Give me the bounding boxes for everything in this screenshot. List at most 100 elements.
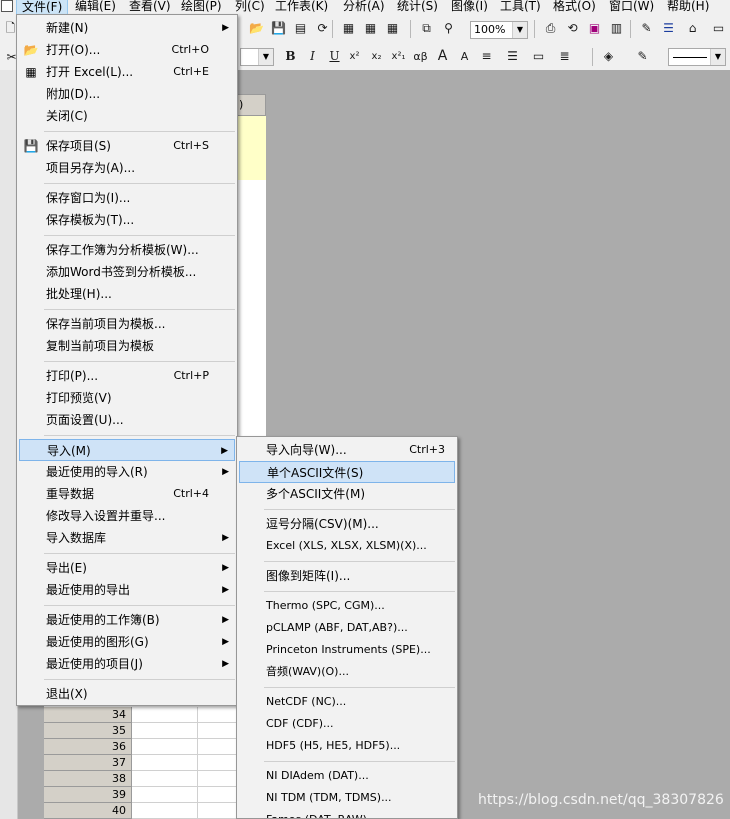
import-single-icon[interactable]: ▦ xyxy=(362,20,379,37)
menu-plot[interactable]: 绘图(P) xyxy=(176,0,227,14)
supsub-button[interactable]: x²₁ xyxy=(390,48,407,65)
menu-help[interactable]: 帮助(H) xyxy=(662,0,714,14)
file-menu-item[interactable]: 最近使用的导出 ▶ xyxy=(19,579,235,601)
file-menu-item[interactable]: 最近使用的项目(J) ▶ xyxy=(19,653,235,675)
file-menu-item[interactable]: 💾 保存项目(S) Ctrl+S xyxy=(19,135,235,157)
row-header[interactable]: 36 xyxy=(44,739,132,755)
menu-worksheet[interactable]: 工作表(K) xyxy=(270,0,333,14)
file-menu-item[interactable]: 保存窗口为(I)... xyxy=(19,187,235,209)
notes-icon[interactable]: ✎ xyxy=(638,20,655,37)
file-menu-item[interactable]: 保存模板为(T)... xyxy=(19,209,235,231)
increase-font-button[interactable]: A xyxy=(434,48,451,65)
row-header[interactable]: 34 xyxy=(44,707,132,723)
file-menu-item[interactable]: 附加(D)... xyxy=(19,83,235,105)
menu-format[interactable]: 格式(O) xyxy=(548,0,601,14)
import-menu-item[interactable]: 多个ASCII文件(M) xyxy=(239,483,455,505)
file-menu-item[interactable]: 最近使用的图形(G) ▶ xyxy=(19,631,235,653)
import-menu-item[interactable]: Famos (DAT, RAW)... xyxy=(239,809,455,818)
import-menu-item[interactable]: 导入向导(W)... Ctrl+3 xyxy=(239,439,455,461)
import-menu-item[interactable]: CDF (CDF)... xyxy=(239,713,455,735)
worksheet-cell[interactable] xyxy=(132,803,198,819)
import-menu-item[interactable]: 音频(WAV)(O)... xyxy=(239,661,455,683)
import-menu-item[interactable]: Excel (XLS, XLSX, XLSM)(X)... xyxy=(239,535,455,557)
file-menu-item[interactable]: 导入(M) ▶ xyxy=(19,439,235,461)
align-icon[interactable]: ≡ xyxy=(478,48,495,65)
worksheet-cell[interactable] xyxy=(132,739,198,755)
file-menu-item[interactable]: 最近使用的导入(R) ▶ xyxy=(19,461,235,483)
import-menu-item[interactable]: NI TDM (TDM, TDMS)... xyxy=(239,787,455,809)
menu-image[interactable]: 图像(I) xyxy=(446,0,493,14)
import-menu-item[interactable]: 单个ASCII文件(S) xyxy=(239,461,455,483)
column-header[interactable]: ) xyxy=(236,94,266,116)
worksheet-cell[interactable] xyxy=(132,771,198,787)
subscript-button[interactable]: x₂ xyxy=(368,48,385,65)
file-menu-item[interactable]: 添加Word书签到分析模板... xyxy=(19,261,235,283)
file-menu-item[interactable]: 打印(P)... Ctrl+P xyxy=(19,365,235,387)
file-menu-item[interactable]: 复制当前项目为模板 xyxy=(19,335,235,357)
worksheet-cell[interactable] xyxy=(132,787,198,803)
import-multiple-icon[interactable]: ▦ xyxy=(384,20,401,37)
duplicate-icon[interactable]: ⧉ xyxy=(418,20,435,37)
import-menu-item[interactable]: pCLAMP (ABF, DAT,AB?)... xyxy=(239,617,455,639)
menu-file[interactable]: 文件(F) xyxy=(16,0,69,14)
import-menu-item[interactable]: 逗号分隔(CSV)(M)... xyxy=(239,513,455,535)
import-menu-item[interactable]: 图像到矩阵(I)... xyxy=(239,565,455,587)
import-menu-item[interactable]: Princeton Instruments (SPE)... xyxy=(239,639,455,661)
save-icon[interactable]: 💾 xyxy=(270,20,287,37)
zoom-select[interactable]: 100% ▼ xyxy=(470,21,528,39)
file-menu-item[interactable]: 新建(N) ▶ xyxy=(19,17,235,39)
recent-icon[interactable]: ⟳ xyxy=(314,20,331,37)
file-menu-item[interactable]: 批处理(H)... xyxy=(19,283,235,305)
window-icon[interactable]: ▭ xyxy=(710,20,727,37)
results-log-icon[interactable]: ▥ xyxy=(608,20,625,37)
decrease-font-button[interactable]: A xyxy=(456,48,473,65)
import-menu-item[interactable]: Thermo (SPC, CGM)... xyxy=(239,595,455,617)
underline-button[interactable]: U xyxy=(326,48,343,65)
row-header[interactable]: 38 xyxy=(44,771,132,787)
menu-statistics[interactable]: 统计(S) xyxy=(392,0,443,14)
menu-edit[interactable]: 编辑(E) xyxy=(70,0,121,14)
italic-button[interactable]: I xyxy=(304,48,321,65)
file-menu-item[interactable]: 导入数据库 ▶ xyxy=(19,527,235,549)
file-menu-item[interactable]: 修改导入设置并重导... xyxy=(19,505,235,527)
import-menu-item[interactable]: NI DIAdem (DAT)... xyxy=(239,765,455,787)
fill-color-icon[interactable]: ◈ xyxy=(600,48,617,65)
text-color-icon[interactable]: ≣ xyxy=(556,48,573,65)
row-header[interactable]: 35 xyxy=(44,723,132,739)
command-window-icon[interactable]: ☰ xyxy=(660,20,677,37)
open-folder-icon[interactable]: 📂 xyxy=(248,20,265,37)
font-size-select[interactable]: ▼ xyxy=(240,48,274,66)
file-menu-item[interactable]: ▦ 打开 Excel(L)... Ctrl+E xyxy=(19,61,235,83)
import-menu-item[interactable]: NetCDF (NC)... xyxy=(239,691,455,713)
line-color-icon[interactable]: ✎ xyxy=(634,48,651,65)
file-menu-item[interactable]: 最近使用的工作簿(B) ▶ xyxy=(19,609,235,631)
code-builder-icon[interactable]: ▣ xyxy=(586,20,603,37)
border-icon[interactable]: ▭ xyxy=(530,48,547,65)
line-style-select[interactable]: ▼ xyxy=(668,48,726,66)
project-explorer-icon[interactable]: ⌂ xyxy=(684,20,701,37)
row-header[interactable]: 40 xyxy=(44,803,132,819)
menu-analysis[interactable]: 分析(A) xyxy=(338,0,390,14)
menu-tools[interactable]: 工具(T) xyxy=(495,0,546,14)
refresh-icon[interactable]: ⟲ xyxy=(564,20,581,37)
file-menu-item[interactable]: 页面设置(U)... xyxy=(19,409,235,431)
file-menu-item[interactable]: 打印预览(V) xyxy=(19,387,235,409)
file-menu-item[interactable]: 保存当前项目为模板... xyxy=(19,313,235,335)
line-spacing-icon[interactable]: ☰ xyxy=(504,48,521,65)
menu-column[interactable]: 列(C) xyxy=(230,0,270,14)
greek-button[interactable]: αβ xyxy=(412,48,429,65)
file-menu-item[interactable]: 退出(X) xyxy=(19,683,235,705)
import-wizard-icon[interactable]: ▦ xyxy=(340,20,357,37)
import-menu-item[interactable]: HDF5 (H5, HE5, HDF5)... xyxy=(239,735,455,757)
tree-icon[interactable]: ⚲ xyxy=(440,20,457,37)
file-menu-item[interactable]: 关闭(C) xyxy=(19,105,235,127)
worksheet-cell[interactable] xyxy=(132,755,198,771)
row-header[interactable]: 39 xyxy=(44,787,132,803)
file-menu-item[interactable]: 保存工作簿为分析模板(W)... xyxy=(19,239,235,261)
file-menu-item[interactable]: 重导数据 Ctrl+4 xyxy=(19,483,235,505)
row-header[interactable]: 37 xyxy=(44,755,132,771)
file-menu-item[interactable]: 项目另存为(A)... xyxy=(19,157,235,179)
file-menu-item[interactable]: 导出(E) ▶ xyxy=(19,557,235,579)
print-icon[interactable]: ⎙ xyxy=(542,20,559,37)
save-template-icon[interactable]: ▤ xyxy=(292,20,309,37)
